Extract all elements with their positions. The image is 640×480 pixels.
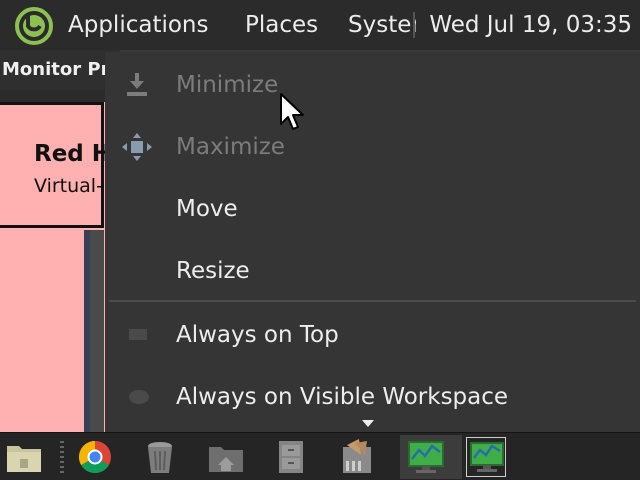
menu-item-label: Resize — [176, 258, 250, 284]
menu-item-always-on-visible-workspace[interactable]: Always on Visible Workspace — [105, 368, 640, 426]
menu-item-label: Move — [176, 196, 238, 222]
checkbox-icon[interactable] — [121, 320, 153, 350]
background-window[interactable]: Monitor Pre Red H Virtual- — [0, 50, 120, 432]
window-side-panel — [90, 230, 104, 432]
places-menu[interactable]: Places — [245, 0, 318, 50]
minimize-icon — [127, 73, 147, 96]
menu-item-always-on-top[interactable]: Always on Top — [105, 306, 640, 364]
top-panel: Applications Places System Wed Jul 19, 0… — [0, 0, 640, 50]
window-menu: Minimize Maximize Move Resize Always on … — [105, 52, 640, 432]
system-monitor-window-icon-active[interactable] — [467, 437, 507, 477]
radio-icon[interactable] — [121, 382, 153, 412]
appearance-icon[interactable] — [337, 437, 377, 477]
window-toolbar — [0, 90, 120, 102]
show-desktop-icon[interactable] — [4, 437, 44, 477]
maximize-icon — [122, 133, 152, 161]
file-cabinet-icon[interactable] — [271, 437, 311, 477]
trash-icon[interactable] — [140, 437, 180, 477]
mate-logo-icon[interactable] — [14, 6, 54, 46]
host-card-title: Red H — [34, 141, 112, 167]
menu-item-maximize[interactable]: Maximize — [105, 118, 640, 176]
menu-item-label: Always on Top — [176, 322, 339, 348]
panel-separator — [413, 12, 415, 38]
menu-item-label: Maximize — [176, 134, 285, 160]
menu-item-label: Minimize — [176, 72, 279, 98]
menu-item-move[interactable]: Move — [105, 180, 640, 238]
panel-drag-handle[interactable] — [60, 441, 64, 473]
host-card[interactable]: Red H Virtual- — [0, 102, 111, 228]
clock[interactable]: Wed Jul 19, 03:35 — [429, 0, 632, 50]
menu-item-resize[interactable]: Resize — [105, 242, 640, 300]
mouse-cursor-icon — [280, 93, 304, 130]
window-title[interactable]: Monitor Pre — [0, 50, 120, 90]
menu-separator — [109, 300, 636, 302]
system-menu[interactable]: System — [348, 0, 416, 50]
chrome-icon[interactable] — [75, 437, 115, 477]
menu-item-label: Always on Visible Workspace — [176, 384, 509, 410]
menu-scroll-down-icon[interactable] — [362, 420, 374, 427]
host-card-subtitle: Virtual- — [34, 175, 103, 197]
home-folder-icon[interactable] — [206, 437, 246, 477]
menu-item-minimize[interactable]: Minimize — [105, 56, 640, 114]
system-monitor-window-icon[interactable] — [406, 437, 446, 477]
applications-menu[interactable]: Applications — [68, 0, 209, 50]
bottom-panel — [0, 432, 640, 480]
